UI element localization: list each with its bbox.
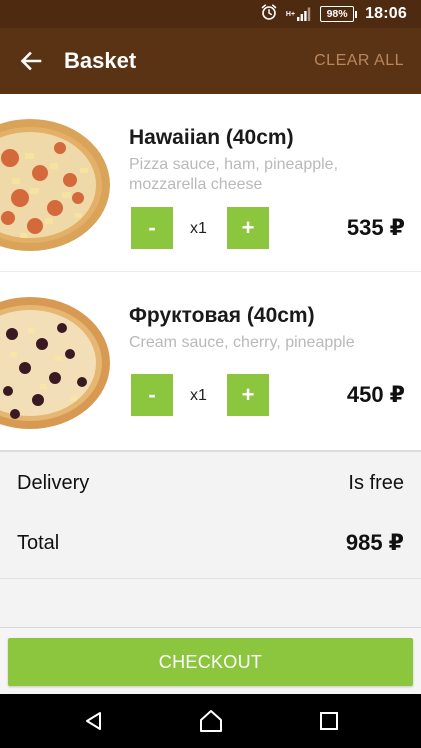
item-description: Pizza sauce, ham, pineapple, mozzarella … — [129, 156, 339, 193]
decrease-quantity-button[interactable]: - — [131, 207, 173, 249]
item-price: 450 ₽ — [346, 382, 405, 407]
basket-item: Hawaiian (40cm) Pizza sauce, ham, pineap… — [0, 94, 421, 272]
status-time: 18:06 — [365, 5, 407, 22]
nav-recents-button[interactable] — [314, 707, 344, 735]
item-price: 535 ₽ — [346, 215, 405, 240]
checkout-button[interactable]: CHECKOUT — [8, 638, 413, 686]
back-triangle-icon — [86, 712, 101, 730]
nav-home-button[interactable] — [196, 707, 226, 735]
battery-level: 98% — [320, 6, 355, 22]
status-icons: H+ 98% 18:06 — [260, 3, 407, 26]
alarm-icon — [260, 3, 278, 26]
pizza-image — [0, 296, 110, 430]
checkout-area: CHECKOUT — [0, 627, 421, 694]
item-name: Фруктовая (40cm) — [129, 304, 315, 327]
status-bar: H+ 98% 18:06 — [0, 0, 421, 28]
recents-square-icon — [320, 712, 338, 730]
basket-item: Фруктовая (40cm) Cream sauce, cherry, pi… — [0, 272, 421, 450]
item-quantity: x1 — [190, 220, 207, 237]
network-type-label: H+ — [285, 10, 296, 18]
arrow-left-icon — [20, 51, 42, 71]
system-nav-bar — [0, 694, 421, 748]
back-button[interactable] — [14, 46, 48, 76]
order-summary: Delivery Is free Total 985 ₽ — [0, 450, 421, 627]
decrease-quantity-button[interactable]: - — [131, 374, 173, 416]
pizza-image — [0, 118, 110, 252]
item-name: Hawaiian (40cm) — [129, 126, 294, 149]
clear-all-button[interactable]: CLEAR ALL — [314, 51, 404, 71]
divider — [0, 578, 421, 579]
item-quantity: x1 — [190, 387, 207, 404]
basket-items: Hawaiian (40cm) Pizza sauce, ham, pineap… — [0, 94, 421, 450]
total-label: Total — [17, 532, 60, 554]
app-bar: Basket CLEAR ALL — [0, 28, 421, 94]
page-title: Basket — [64, 48, 137, 73]
delivery-label: Delivery — [17, 472, 90, 494]
total-value: 985 ₽ — [345, 530, 404, 555]
increase-quantity-button[interactable]: + — [227, 207, 269, 249]
battery-icon: 98% — [320, 6, 358, 22]
delivery-value: Is free — [348, 472, 404, 494]
nav-back-button[interactable] — [79, 707, 109, 735]
item-description: Cream sauce, cherry, pineapple — [129, 334, 355, 351]
increase-quantity-button[interactable]: + — [227, 374, 269, 416]
signal-icon: H+ — [286, 6, 312, 22]
home-circle-icon — [200, 710, 222, 732]
